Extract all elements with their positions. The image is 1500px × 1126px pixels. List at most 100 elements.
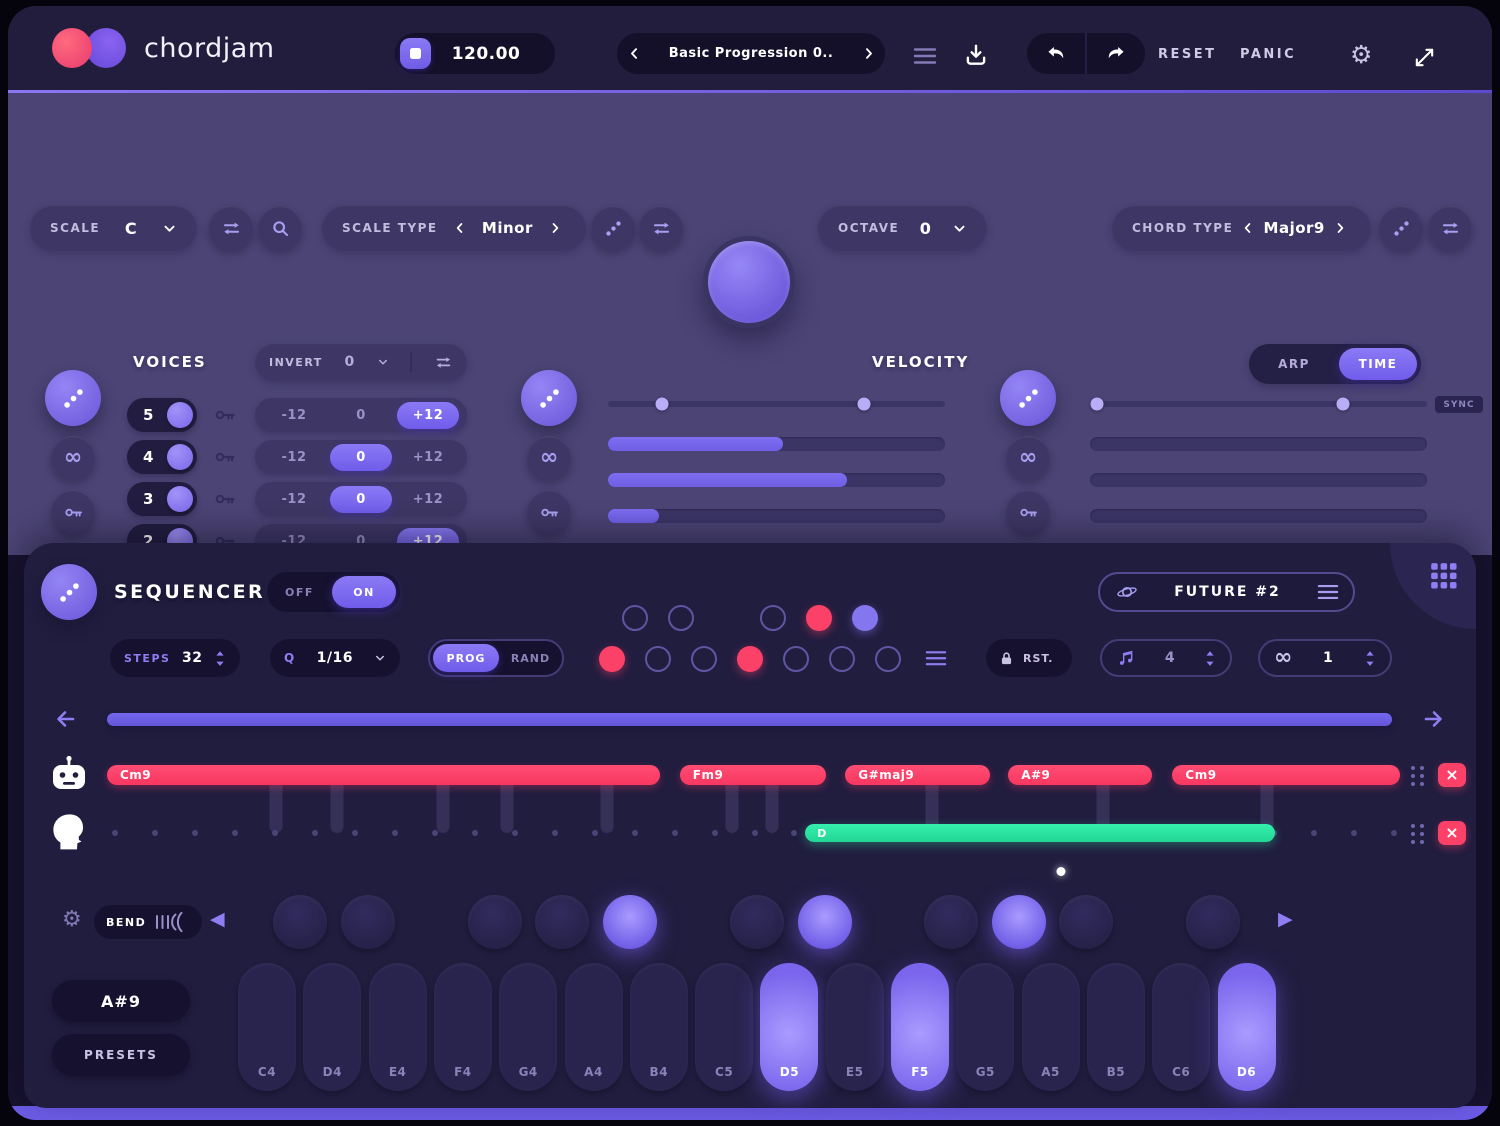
scale-selector[interactable]: SCALE C [30,205,197,251]
step-dot[interactable] [599,646,625,672]
timeline-slider[interactable] [107,713,1392,726]
presets-button[interactable]: PRESETS [52,1034,190,1076]
key-F4[interactable]: F4 [434,963,492,1091]
resize-icon[interactable] [1413,46,1436,69]
time-lock-key-button[interactable] [1006,490,1050,534]
preset-prev-button[interactable] [617,37,651,71]
note-bar[interactable]: D [805,824,1274,842]
chevron-right-icon[interactable] [544,217,566,239]
key-D5[interactable]: D5 [760,963,818,1091]
pad-9[interactable] [1059,895,1113,949]
pad-0[interactable] [273,895,327,949]
pad-7[interactable] [924,895,978,949]
bpm-value[interactable]: 120.00 [431,44,555,64]
level-bar[interactable] [1090,473,1427,487]
key-C6[interactable]: C6 [1152,963,1210,1091]
playhead-dot[interactable] [1057,867,1066,876]
note-delete-button[interactable]: × [1438,821,1466,845]
key-A5[interactable]: A5 [1022,963,1080,1091]
step-dot[interactable] [829,646,855,672]
prog-rand-toggle[interactable]: PROG RAND [428,639,564,677]
voice-toggle[interactable]: 3 [127,482,197,516]
chord-block-Cm9[interactable]: Cm9 [1172,765,1400,785]
prog-option[interactable]: PROG [433,644,499,672]
corner-tab[interactable] [1390,543,1476,629]
voice-level-knob[interactable] [167,402,193,428]
reset-button[interactable]: RESET [1158,47,1217,62]
settings-gear-icon[interactable]: ⚙ [1350,42,1372,67]
slider-handle[interactable] [1090,398,1103,411]
key-C4[interactable]: C4 [238,963,296,1091]
chord-type-swap-button[interactable] [1428,206,1472,250]
octave-selector[interactable]: OCTAVE 0 [818,205,987,251]
key-D6[interactable]: D6 [1218,963,1276,1091]
invert-swap-icon[interactable] [434,353,453,372]
key-C5[interactable]: C5 [695,963,753,1091]
chord-type-dice-button[interactable] [1379,206,1423,250]
arp-option[interactable]: ARP [1249,357,1339,371]
quantize-selector[interactable]: Q 1/16 [270,639,400,677]
offset-option--12[interactable]: -12 [263,444,325,471]
loop-stepper[interactable]: ∞ 1 [1258,639,1392,677]
key-G5[interactable]: G5 [956,963,1014,1091]
pad-1[interactable] [341,895,395,949]
velocity-randomize-dice-button[interactable] [521,370,577,426]
step-dot[interactable] [668,605,694,631]
rhythm-stepper[interactable]: 4 [1100,639,1232,677]
menu-icon[interactable] [913,47,937,65]
note-drag-handle[interactable] [1410,822,1425,846]
invert-selector[interactable]: INVERT 0 [255,343,467,381]
timeline-left-arrow[interactable] [54,707,78,731]
step-dot[interactable] [691,646,717,672]
voice-toggle[interactable]: 4 [127,440,197,474]
key-F5[interactable]: F5 [891,963,949,1091]
voice-level-knob[interactable] [167,444,193,470]
off-option[interactable]: OFF [267,586,332,599]
chord-block-Fm9[interactable]: Fm9 [680,765,826,785]
key-G4[interactable]: G4 [499,963,557,1091]
step-dot[interactable] [806,605,832,631]
pad-5[interactable] [730,895,784,949]
sequencer-randomize-dice-button[interactable] [41,564,97,620]
offset-option-+12[interactable]: +12 [397,486,459,513]
level-bar[interactable] [608,437,945,451]
up-down-stepper-icon[interactable] [214,650,226,667]
preset-next-button[interactable] [851,37,885,71]
offset-option-0[interactable]: 0 [330,486,392,513]
step-dot[interactable] [783,646,809,672]
chevron-left-icon[interactable] [449,217,471,239]
scale-type-selector[interactable]: SCALE TYPE Minor [322,205,586,251]
level-bar[interactable] [608,509,945,523]
chevron-left-icon[interactable] [1237,217,1259,239]
scale-search-button[interactable] [258,206,302,250]
offset-option-0[interactable]: 0 [330,444,392,471]
robot-icon[interactable] [48,755,90,793]
reset-lock-button[interactable]: RST. [986,639,1072,677]
redo-button[interactable] [1087,33,1145,74]
chord-block-Cm9[interactable]: Cm9 [107,765,660,785]
slider-handle[interactable] [655,398,668,411]
step-dot[interactable] [737,646,763,672]
key-A4[interactable]: A4 [565,963,623,1091]
level-bar[interactable] [1090,509,1427,523]
undo-button[interactable] [1027,33,1085,74]
voice-level-knob[interactable] [167,486,193,512]
time-option[interactable]: TIME [1339,348,1417,380]
offset-option--12[interactable]: -12 [263,402,325,429]
step-dot[interactable] [760,605,786,631]
sequencer-preset-selector[interactable]: FUTURE #2 [1098,572,1355,612]
octave-left-triangle[interactable]: ◀ [210,910,225,929]
offset-option-+12[interactable]: +12 [397,402,459,429]
pad-6[interactable] [798,895,852,949]
step-dot[interactable] [875,646,901,672]
head-silhouette-icon[interactable] [50,813,84,853]
offset-option-0[interactable]: 0 [330,402,392,429]
chord-delete-button[interactable]: × [1438,763,1466,787]
master-knob[interactable] [703,236,795,328]
bend-button[interactable]: BEND [94,905,202,939]
chord-block-A#9[interactable]: A#9 [1008,765,1152,785]
pad-4[interactable] [603,895,657,949]
level-bar[interactable] [1090,437,1427,451]
chord-type-selector[interactable]: CHORD TYPE Major9 [1112,205,1371,251]
level-bar[interactable] [608,473,945,487]
